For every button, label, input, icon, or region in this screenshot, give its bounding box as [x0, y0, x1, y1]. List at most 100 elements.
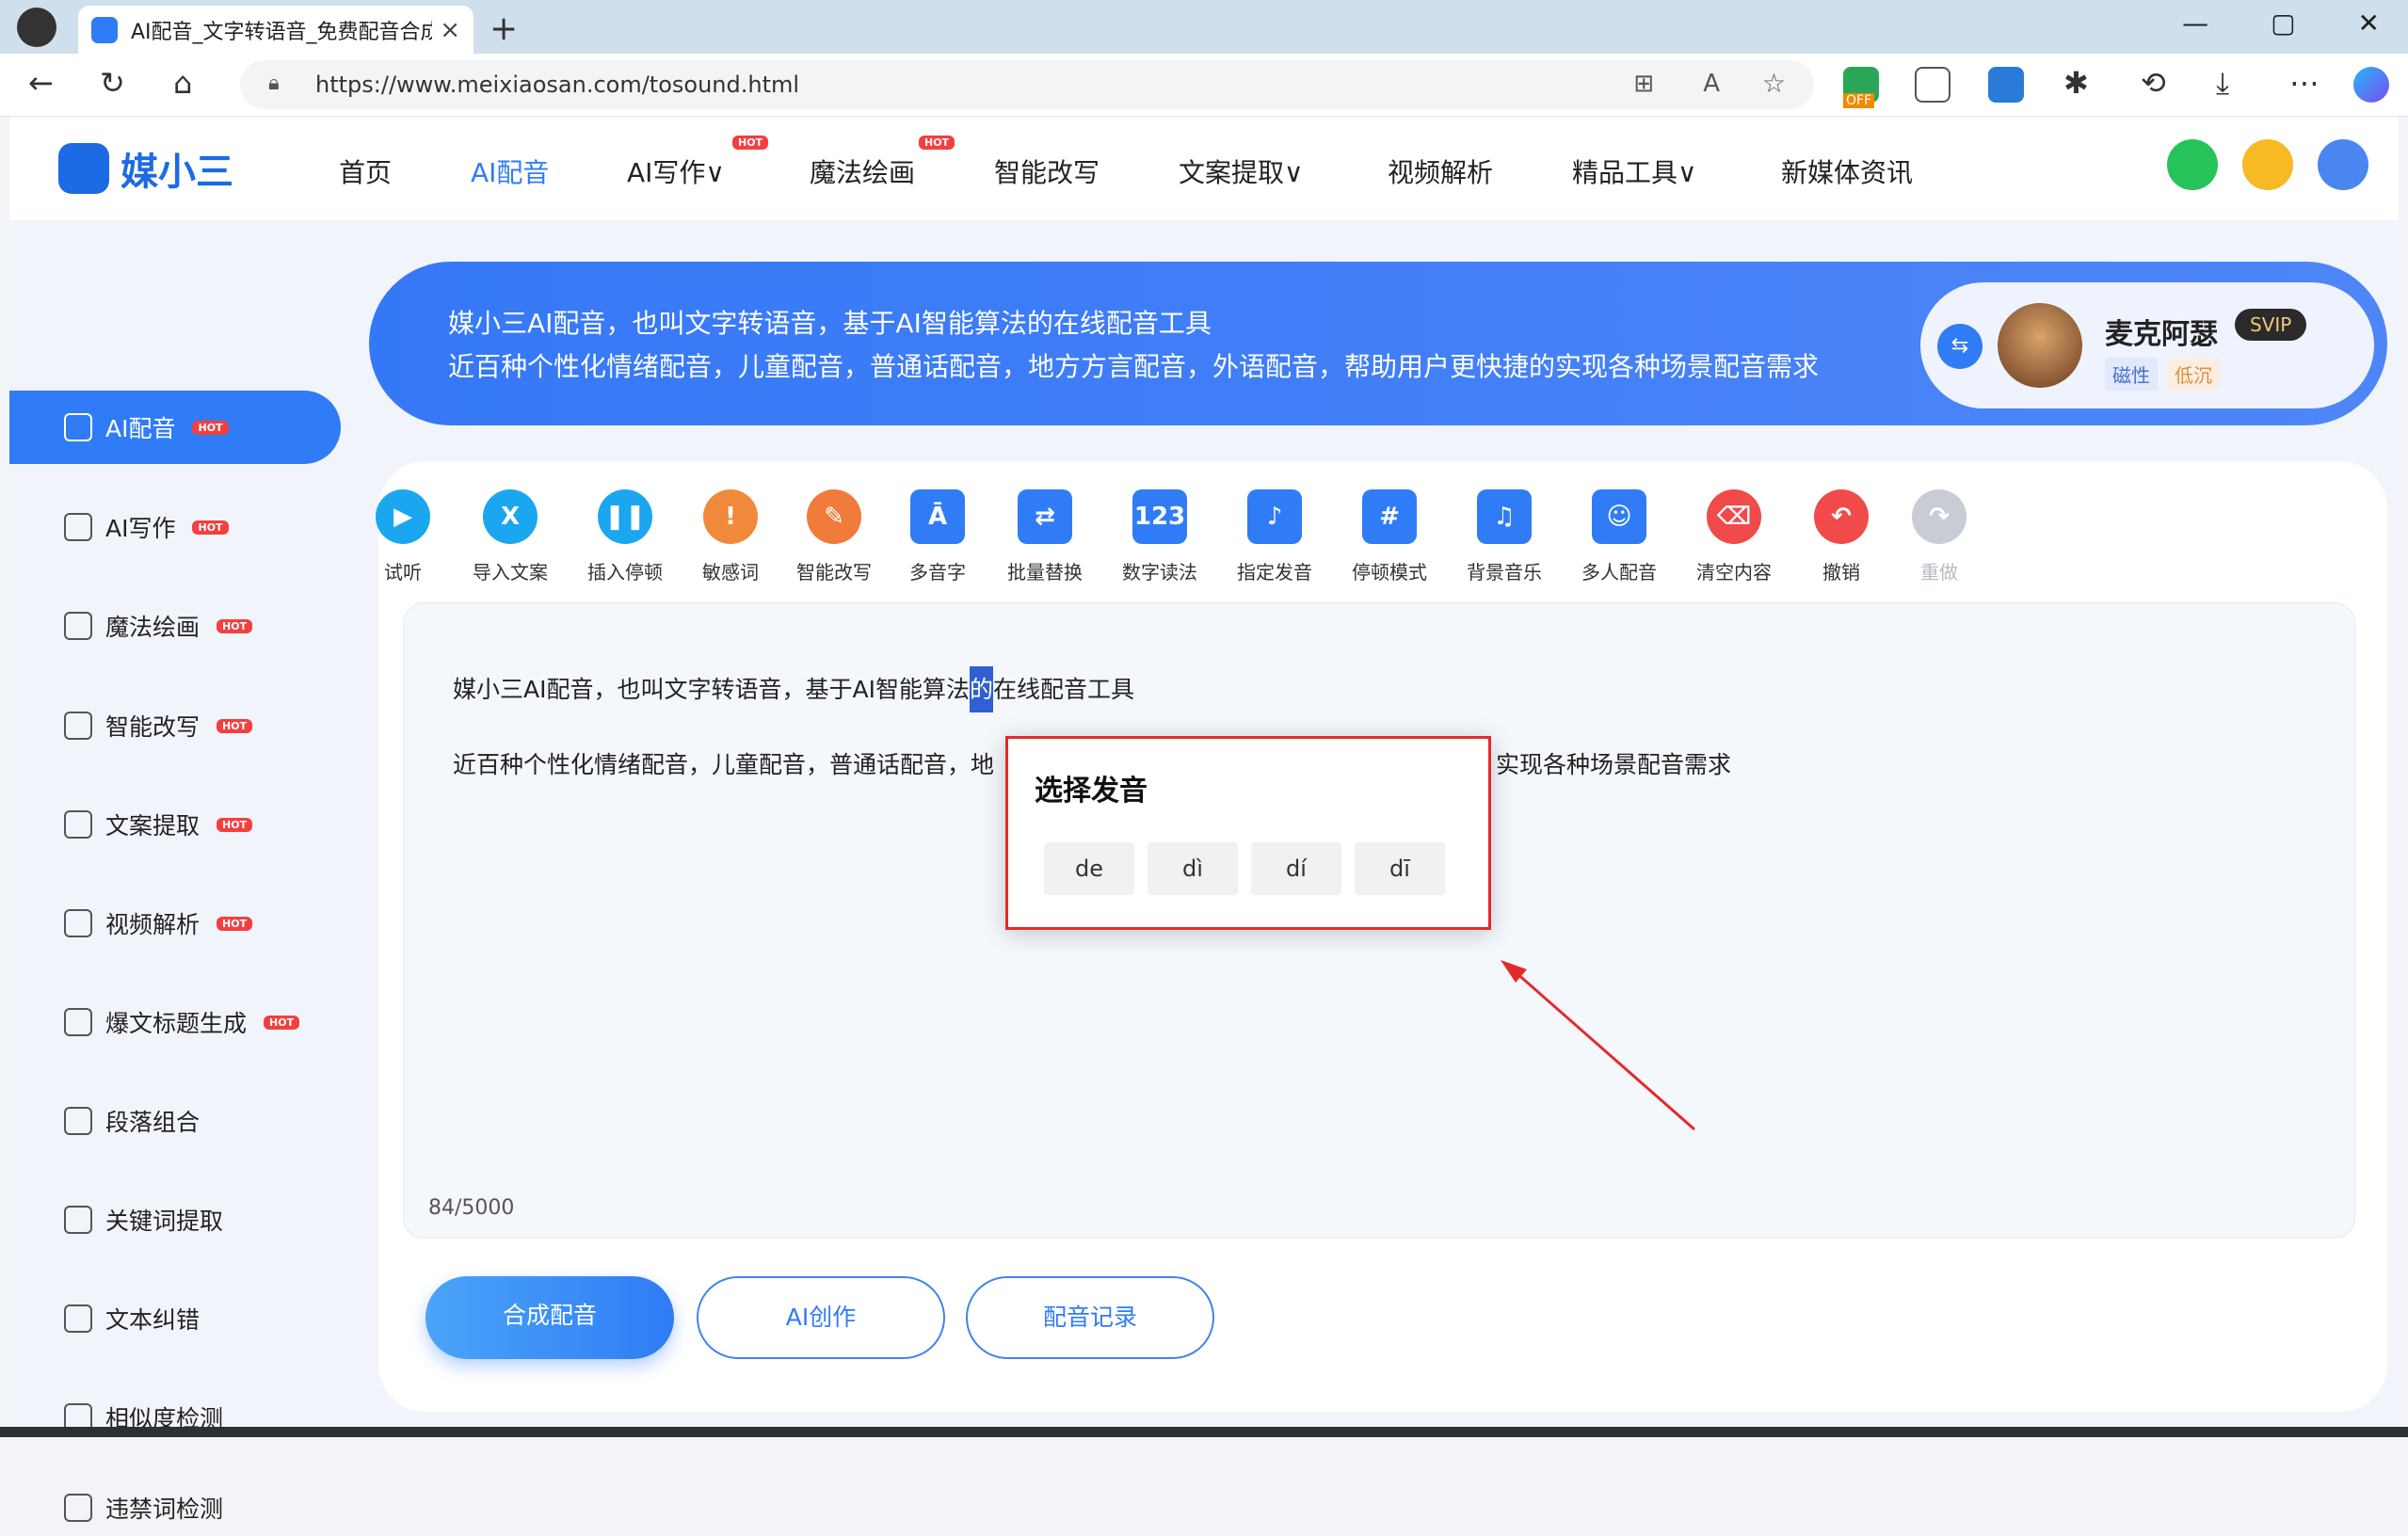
text-span: 媒小三AI配音，也叫文字转语音，基于AI智能算法 [453, 676, 970, 703]
bottom-strip [0, 1427, 2408, 1437]
maximize-button[interactable]: ▢ [2271, 8, 2295, 39]
smart-rewrite-icon: ✎ [807, 489, 861, 544]
more-menu-icon[interactable]: ⋯ [2289, 65, 2320, 101]
tool-pause-mode[interactable]: # 停顿模式 [1333, 489, 1446, 584]
lock-icon[interactable]: 🔒︎ [268, 72, 280, 95]
tool-redo[interactable]: ↷ 重做 [1883, 489, 1996, 584]
extensions-puzzle-icon[interactable]: ✱ [2063, 65, 2089, 101]
editor-toolbar: ▶ 试听 X 导入文案 ❚❚ 插入停顿! 敏感词 ✎ 智能改写 Ā 多音字 ⇄ 批量替换 123 数字读法 ♪… [376, 461, 2387, 602]
sidebar-item-banned-words[interactable]: 违禁词检测 [9, 1480, 341, 1536]
vip-crown-icon[interactable] [2242, 139, 2293, 190]
ai-writing-icon [64, 513, 92, 541]
nav-magic-drawing[interactable]: 魔法绘画 [810, 152, 915, 190]
tool-insert-pause[interactable]: ❚❚ 插入停顿 [569, 489, 682, 584]
read-aloud-icon[interactable]: A [1703, 70, 1720, 98]
pinyin-option-di2[interactable]: dí [1251, 842, 1341, 895]
nav-ai-writing[interactable]: AI写作∨ [627, 152, 725, 190]
user-avatar[interactable] [2318, 139, 2368, 190]
nav-home[interactable]: 首页 [339, 152, 392, 190]
nav-smart-rewrite[interactable]: 智能改写 [994, 152, 1100, 190]
sidebar-item-label: 智能改写 [105, 713, 201, 741]
reload-icon[interactable]: ↻ [100, 65, 125, 101]
tool-number-reading[interactable]: 123 数字读法 [1103, 489, 1216, 584]
browser-tab-bar: AI配音_文字转语音_免费配音合成 × + — ▢ ✕ [0, 0, 2408, 54]
batch-replace-icon: ⇄ [1018, 489, 1072, 544]
editor-line-2: 近百种个性化情绪配音，儿童配音，普通话配音，地 实现各种场景配音需求 [453, 746, 1731, 780]
tool-label: 背景音乐 [1467, 561, 1542, 584]
insert-pause-icon: ❚❚ [598, 489, 652, 544]
download-icon[interactable]: ⤓ [2216, 65, 2229, 102]
undo-icon: ↶ [1814, 489, 1869, 544]
sidebar-item-headline-gen[interactable]: 爆文标题生成 HOT [9, 985, 341, 1059]
nav-video-parse[interactable]: 视频解析 [1388, 152, 1493, 190]
tool-label: 智能改写 [796, 561, 872, 584]
sidebar-item-magic-drawing[interactable]: 魔法绘画 HOT [9, 589, 341, 663]
app-grid-icon[interactable]: ⊞ [1633, 70, 1654, 98]
collections-icon[interactable] [1915, 67, 1950, 103]
nav-premium-tools[interactable]: 精品工具∨ [1572, 152, 1697, 190]
hot-badge: HOT [919, 136, 955, 150]
minimize-button[interactable]: — [2182, 8, 2208, 39]
sidebar-item-label: AI写作 [105, 515, 176, 542]
tool-label: 数字读法 [1122, 561, 1197, 584]
tool-sensitive-words[interactable]: ! 敏感词 [674, 489, 787, 584]
nav-text-extract[interactable]: 文案提取∨ [1179, 152, 1304, 190]
banner-line-2: 近百种个性化情绪配音，儿童配音，普通话配音，地方方言配音，外语配音，帮助用户更快… [448, 351, 1820, 382]
tool-label: 指定发音 [1237, 561, 1312, 584]
home-icon[interactable]: ⌂ [173, 65, 192, 101]
char-counter: 84/5000 [428, 1196, 515, 1220]
switch-voice-icon[interactable]: ⇆ [1937, 324, 1983, 369]
tab-close-icon[interactable]: × [440, 16, 460, 44]
back-icon[interactable]: ← [28, 65, 54, 101]
video-parse-icon [64, 909, 92, 937]
sidebar-item-ai-writing[interactable]: AI写作 HOT [9, 490, 341, 564]
site-logo[interactable]: 媒小三 [58, 141, 233, 196]
sidebar-item-text-extract[interactable]: 文案提取 HOT [9, 788, 341, 861]
notification-bell-icon[interactable] [2167, 139, 2218, 190]
pinyin-option-di4[interactable]: dì [1148, 842, 1238, 895]
profile-avatar[interactable] [17, 8, 56, 47]
sidebar-item-paragraph-combine[interactable]: 段落组合 [9, 1084, 341, 1158]
url-field[interactable]: 🔒︎ https://www.meixiaosan.com/tosound.ht… [240, 60, 1814, 109]
tool-specify-pronunciation[interactable]: ♪ 指定发音 [1218, 489, 1331, 584]
new-tab-button[interactable]: + [490, 9, 518, 48]
current-voice-card[interactable]: ⇆ 麦克阿瑟 SVIP 磁性 低沉 [1920, 282, 2374, 408]
sidebar-item-ai-voice[interactable]: AI配音 HOT [9, 391, 341, 464]
sidebar-item-video-parse[interactable]: 视频解析 HOT [9, 887, 341, 960]
ai-create-button[interactable]: AI创作 [697, 1276, 945, 1359]
pinyin-option-de[interactable]: de [1044, 842, 1134, 895]
hot-badge: HOT [192, 420, 229, 435]
voice-name: 麦克阿瑟 [2105, 318, 2218, 351]
sidebar-item-label: 段落组合 [105, 1109, 201, 1136]
favorite-star-icon[interactable]: ☆ [1762, 68, 1786, 99]
sidebar-item-text-correction[interactable]: 文本纠错 [9, 1282, 341, 1355]
tool-polyphone[interactable]: Ā 多音字 [881, 489, 994, 584]
tool-multi-voice[interactable]: ☺ 多人配音 [1563, 489, 1676, 584]
tool-background-music[interactable]: ♫ 背景音乐 [1448, 489, 1561, 584]
editor-line-1: 媒小三AI配音，也叫文字转语音，基于AI智能算法的在线配音工具 [453, 666, 1134, 712]
specify-pronunciation-icon: ♪ [1247, 489, 1302, 544]
tool-listen[interactable]: ▶ 试听 [346, 489, 459, 584]
history-icon[interactable]: ⟲ [2141, 65, 2166, 101]
nav-ai-voice[interactable]: AI配音 [471, 152, 549, 190]
edit-icon [64, 712, 92, 740]
sidebar-item-label: 文本纠错 [105, 1306, 201, 1334]
pinyin-option-di1[interactable]: dī [1355, 842, 1445, 895]
synthesize-button[interactable]: 合成配音 [425, 1276, 674, 1359]
tool-undo[interactable]: ↶ 撤销 [1785, 489, 1898, 584]
sidebar-item-keyword-extract[interactable]: 关键词提取 [9, 1183, 341, 1256]
nav-new-media-news[interactable]: 新媒体资讯 [1781, 152, 1913, 190]
translate-extension-icon[interactable] [1988, 67, 2024, 103]
close-window-button[interactable]: ✕ [2358, 8, 2380, 39]
banned-words-icon [64, 1494, 92, 1522]
tool-batch-replace[interactable]: ⇄ 批量替换 [988, 489, 1101, 584]
tool-clear-content[interactable]: ⌫ 清空内容 [1678, 489, 1790, 584]
copilot-icon[interactable] [2353, 67, 2389, 103]
dub-history-button[interactable]: 配音记录 [966, 1276, 1214, 1359]
sidebar-item-smart-rewrite[interactable]: 智能改写 HOT [9, 689, 341, 762]
tool-import-text[interactable]: X 导入文案 [454, 489, 567, 584]
browser-tab[interactable]: AI配音_文字转语音_免费配音合成 × [78, 6, 474, 54]
sidebar-item-similarity[interactable]: 相似度检测 [9, 1381, 341, 1454]
tool-smart-rewrite[interactable]: ✎ 智能改写 [778, 489, 891, 584]
title-icon [64, 1008, 92, 1036]
